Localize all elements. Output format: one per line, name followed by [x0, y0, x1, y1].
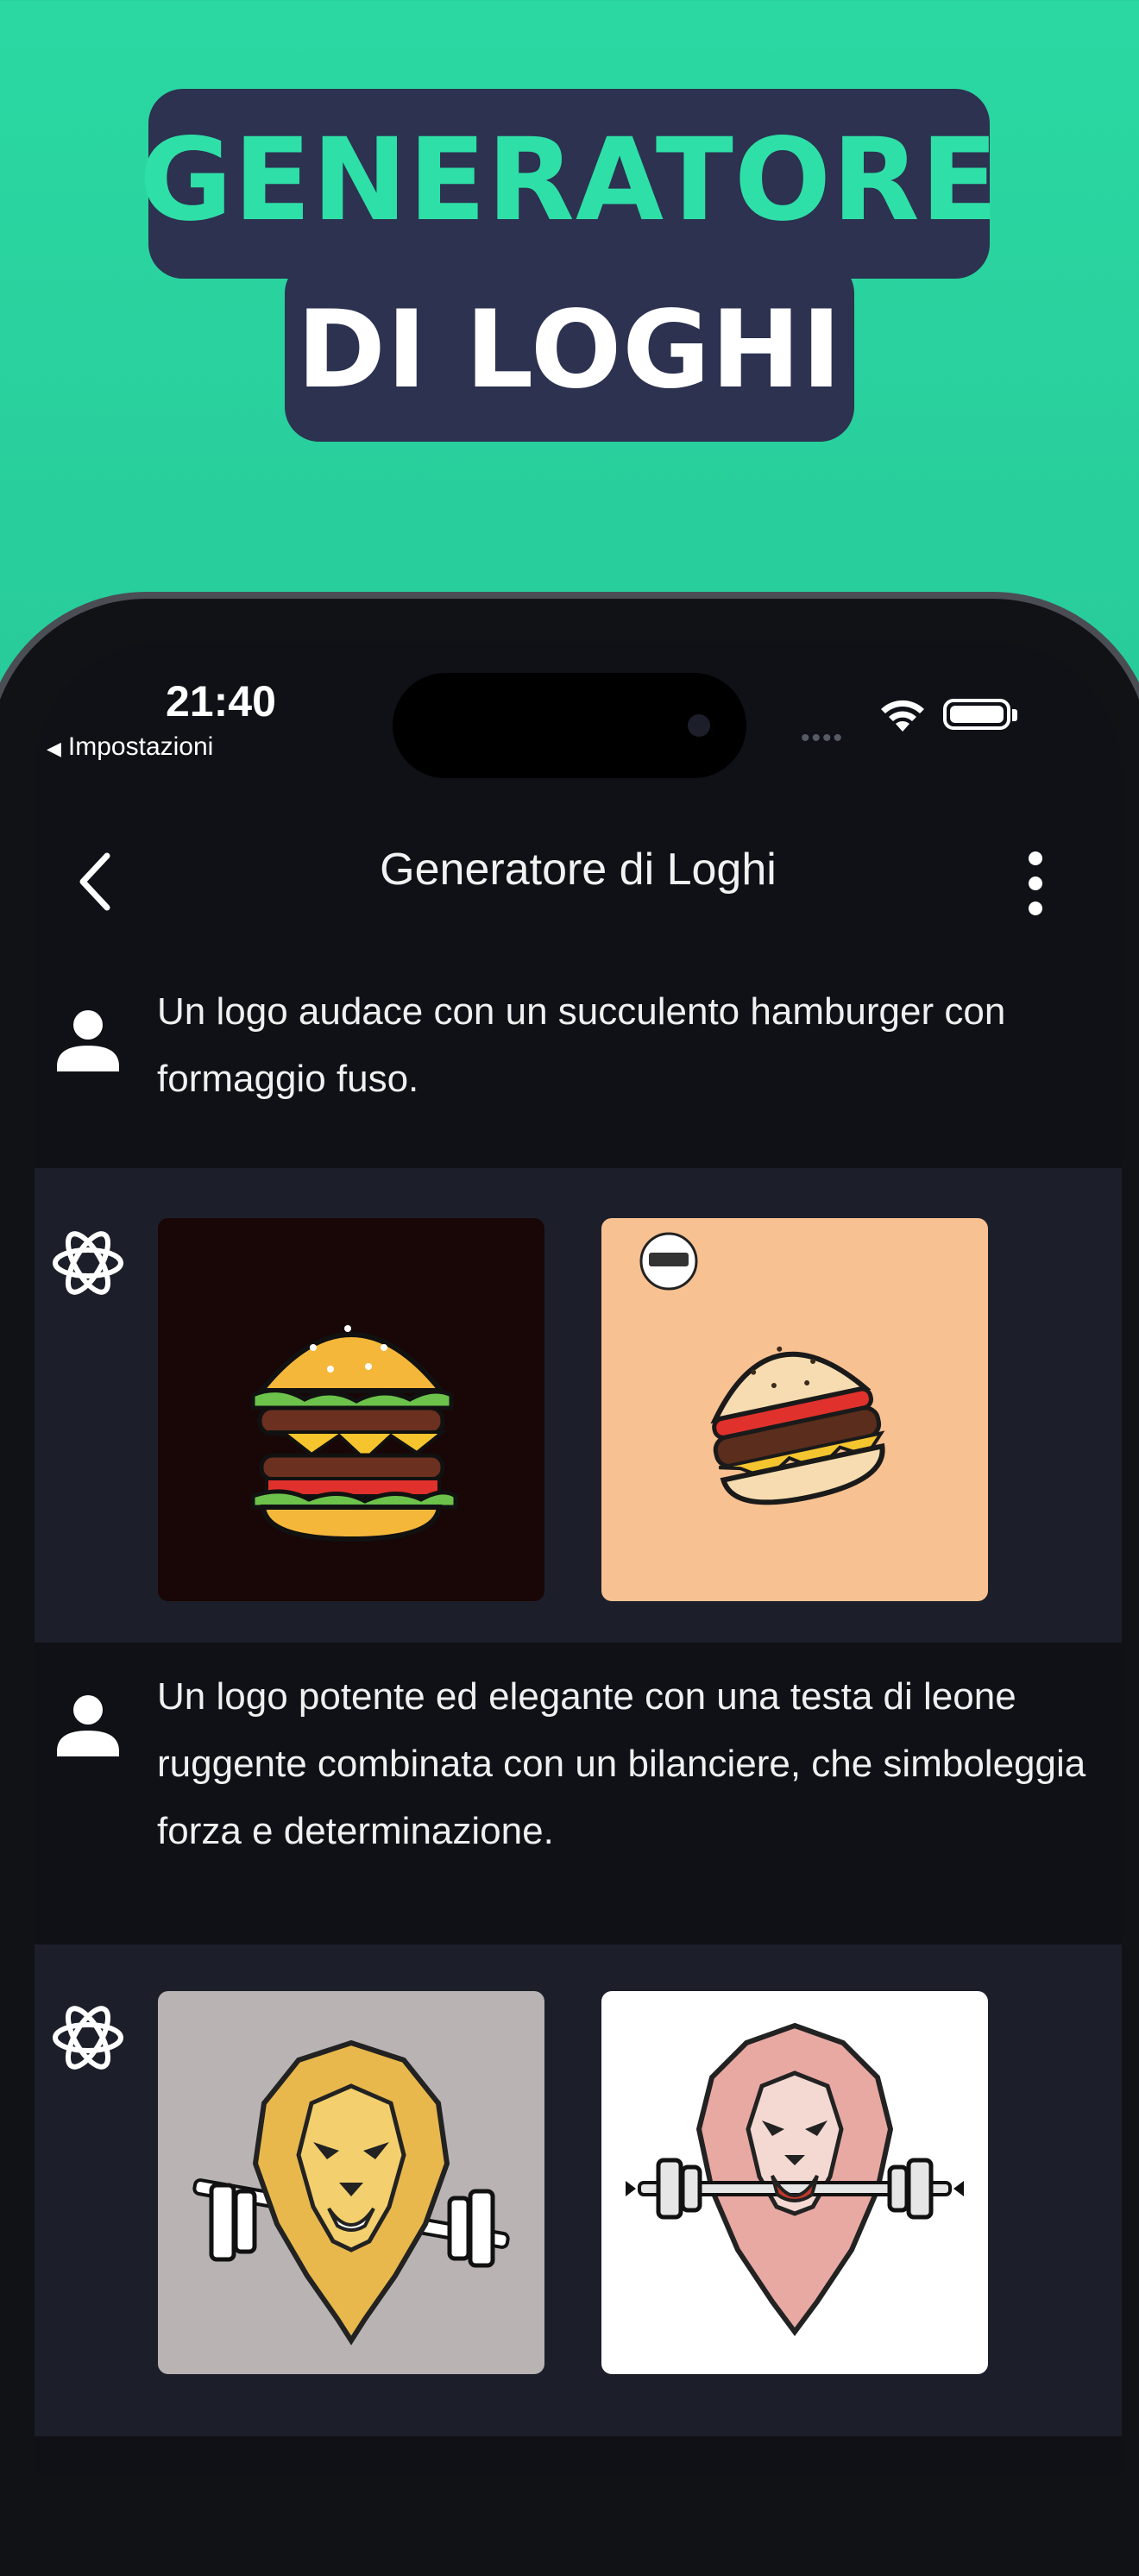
burger-illustration-peach: [639, 1232, 885, 1505]
headline-line-2: DI LOGHI: [297, 288, 842, 412]
phone-screen: 21:40 ◀ Impostazioni •••• Generatore di L…: [35, 642, 1122, 2474]
headline-line-1: GENERATORE: [139, 114, 999, 247]
chat-message-user: [35, 2436, 1122, 2474]
headline-badge-top: GENERATORE: [139, 89, 998, 279]
back-triangle-icon: ◀: [47, 738, 61, 759]
back-app-label: Impostazioni: [67, 732, 214, 761]
wifi-icon: [881, 700, 924, 732]
generated-image-burger-peach[interactable]: [601, 1218, 988, 1601]
user-prompt-text: Un logo audace con un succulento hamburg…: [157, 990, 1006, 1100]
ai-knot-icon: [53, 2006, 123, 2070]
more-vertical-icon[interactable]: [1018, 845, 1053, 922]
user-icon: [57, 1695, 119, 1756]
chat-message-user: Un logo audace con un succulento hamburg…: [35, 961, 1122, 1168]
lion-barbell-illustration: [192, 2039, 510, 2346]
headline-badge-bottom: DI LOGHI: [285, 259, 854, 442]
signal-icon: ••••: [801, 724, 845, 752]
burger-illustration: [250, 1325, 458, 1542]
app-navbar: Generatore di Loghi: [35, 797, 1122, 961]
camera-lens: [688, 714, 710, 737]
chat-message-assistant: [35, 1945, 1122, 2436]
status-bar: 21:40 ◀ Impostazioni ••••: [35, 642, 1122, 797]
back-to-app-link[interactable]: ◀ Impostazioni: [47, 732, 213, 762]
user-icon: [57, 1010, 119, 1071]
dynamic-island: [393, 673, 746, 778]
lion-barbell-illustration-pink: [626, 2022, 964, 2337]
battery-icon: [943, 699, 1010, 730]
page-title: Generatore di Loghi: [380, 845, 777, 895]
generated-image-lion-pink[interactable]: [601, 1991, 988, 2374]
chat-message-assistant: [35, 1168, 1122, 1643]
generated-image-burger-dark[interactable]: [158, 1218, 544, 1601]
ai-knot-icon: [53, 1231, 123, 1295]
user-prompt-text: Un logo potente ed elegante con una test…: [157, 1675, 1086, 1852]
generated-image-lion-gold[interactable]: [158, 1991, 544, 2374]
status-time: 21:40: [166, 677, 276, 726]
chat-message-user: Un logo potente ed elegante con una test…: [35, 1643, 1122, 1945]
battery-cap: [1012, 709, 1017, 721]
